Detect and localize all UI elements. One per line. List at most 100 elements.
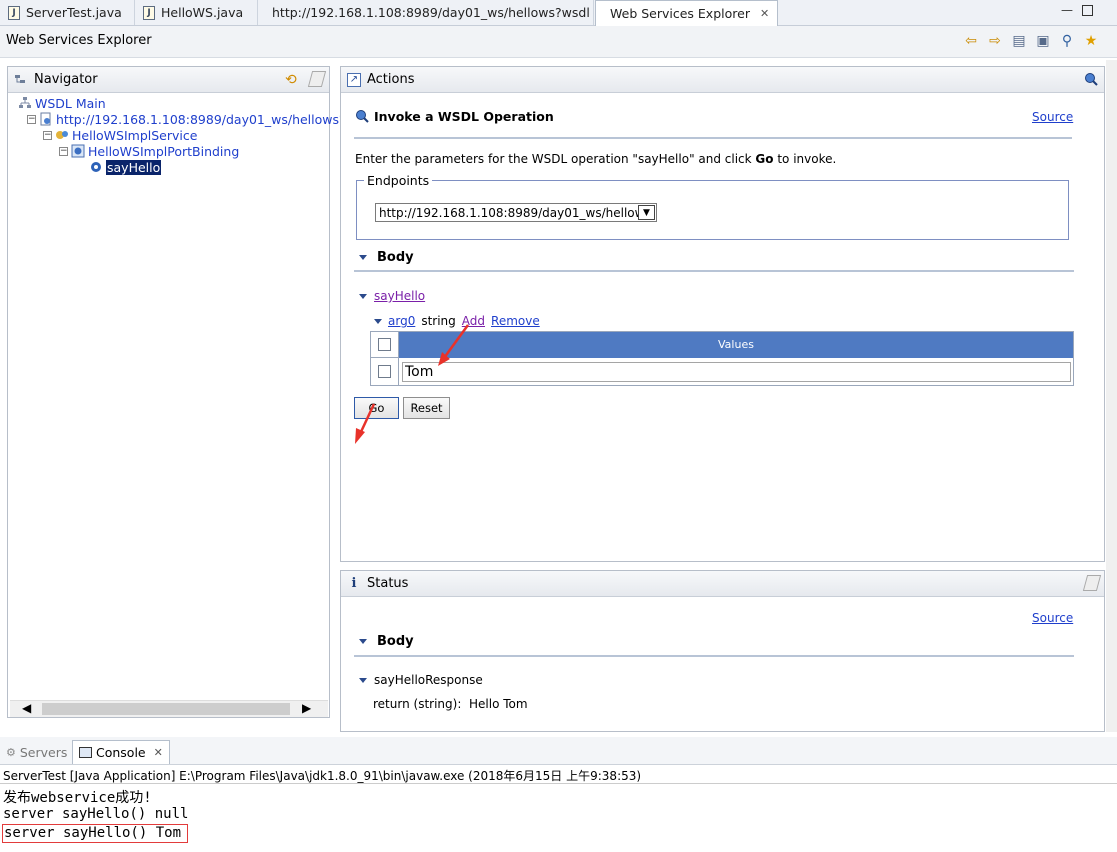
tab-console[interactable]: Console ✕ bbox=[72, 740, 170, 764]
status-body-label: Body bbox=[377, 634, 414, 649]
collapse-icon[interactable]: − bbox=[59, 146, 68, 156]
tree-node-wsdl-url[interactable]: − http://192.168.1.108:8989/day01_ws/hel… bbox=[27, 111, 374, 127]
uddi-page-icon[interactable]: ▤ bbox=[1011, 33, 1027, 49]
reset-button[interactable]: Reset bbox=[403, 397, 450, 419]
tab-label: http://192.168.1.108:8989/day01_ws/hello… bbox=[272, 5, 590, 20]
row-checkbox-cell bbox=[371, 358, 399, 386]
window-title: Web Services Explorer bbox=[6, 33, 152, 48]
tree-label-selected: sayHello bbox=[106, 159, 162, 175]
binding-icon bbox=[71, 144, 85, 158]
clear-icon[interactable] bbox=[307, 71, 327, 87]
navigator-title: Navigator bbox=[34, 72, 98, 87]
invoke-heading: Invoke a WSDL Operation bbox=[355, 109, 554, 124]
scrollbar-thumb[interactable] bbox=[42, 703, 290, 715]
values-column-header: Values bbox=[399, 332, 1073, 358]
navigator-icon bbox=[15, 74, 25, 83]
java-file-icon: J bbox=[143, 5, 155, 20]
servers-icon: ⚙ bbox=[6, 745, 16, 759]
actions-title: Actions bbox=[367, 72, 415, 87]
row-checkbox[interactable] bbox=[378, 365, 391, 378]
actions-icon: ↗ bbox=[347, 72, 361, 87]
divider bbox=[354, 270, 1074, 272]
console-tab-bar: ⚙ Servers Console ✕ bbox=[0, 737, 1117, 765]
navigator-header: Navigator ⟲ bbox=[8, 67, 329, 93]
console-line: server sayHello() null bbox=[3, 806, 189, 822]
chevron-down-icon[interactable]: ▼ bbox=[638, 205, 655, 220]
chevron-down-icon bbox=[359, 255, 367, 260]
scroll-right-icon[interactable]: ▶ bbox=[302, 701, 311, 715]
wsdl-main-icon bbox=[19, 97, 31, 108]
tree-node-port-binding[interactable]: − HelloWSImplPortBinding bbox=[59, 143, 239, 159]
wsil-page-icon[interactable]: ▣ bbox=[1035, 33, 1051, 49]
gear-icon bbox=[91, 162, 101, 172]
remove-link[interactable]: Remove bbox=[491, 314, 540, 328]
operation-link[interactable]: sayHello bbox=[374, 289, 425, 303]
refresh-icon[interactable]: ⟲ bbox=[285, 72, 297, 88]
tab-servertest-java[interactable]: J ServerTest.java bbox=[0, 0, 135, 25]
select-all-checkbox[interactable] bbox=[378, 338, 391, 351]
tab-servers[interactable]: ⚙ Servers bbox=[0, 740, 73, 764]
forward-arrow-icon[interactable]: ⇨ bbox=[987, 33, 1003, 49]
tree-label: HelloWSImplService bbox=[72, 127, 198, 143]
operation-row: sayHello bbox=[359, 289, 425, 303]
navigator-horizontal-scrollbar[interactable]: ◀ ▶ bbox=[10, 700, 328, 717]
instruction-go: Go bbox=[755, 152, 774, 166]
tab-web-services-explorer[interactable]: Web Services Explorer ✕ bbox=[595, 0, 778, 26]
value-input[interactable] bbox=[402, 362, 1071, 382]
back-arrow-icon[interactable]: ⇦ bbox=[963, 33, 979, 49]
explorer-title-strip: Web Services Explorer ⇦ ⇨ ▤ ▣ ⚲ ★ bbox=[0, 26, 1117, 58]
annotation-arrow-add bbox=[438, 324, 470, 366]
body-section-header[interactable]: Body bbox=[359, 250, 414, 265]
source-link[interactable]: Source bbox=[1032, 110, 1073, 124]
response-label: sayHelloResponse bbox=[374, 673, 483, 687]
favorites-star-icon[interactable]: ★ bbox=[1083, 33, 1099, 49]
chevron-down-icon bbox=[359, 639, 367, 644]
body-label: Body bbox=[377, 250, 414, 265]
status-source-link[interactable]: Source bbox=[1032, 611, 1073, 625]
instruction-suffix: to invoke. bbox=[773, 152, 837, 166]
divider bbox=[354, 137, 1072, 139]
return-value: return (string): Hello Tom bbox=[373, 697, 528, 711]
divider bbox=[354, 655, 1074, 657]
divider bbox=[0, 783, 1117, 784]
wsdl-page-icon[interactable]: ⚲ bbox=[1059, 33, 1075, 49]
status-body-header[interactable]: Body bbox=[359, 634, 414, 649]
console-icon bbox=[79, 747, 92, 758]
close-icon[interactable]: ✕ bbox=[760, 7, 769, 20]
chevron-down-icon[interactable] bbox=[374, 318, 382, 324]
vertical-scrollbar[interactable] bbox=[1106, 60, 1117, 732]
endpoint-value: http://192.168.1.108:8989/day01_ws/hello… bbox=[379, 205, 638, 220]
close-icon[interactable]: ✕ bbox=[154, 746, 163, 759]
service-icon bbox=[56, 131, 68, 139]
param-name-link[interactable]: arg0 bbox=[388, 314, 415, 328]
editor-tab-bar: J ServerTest.java J HelloWS.java http://… bbox=[0, 0, 1117, 26]
console-line: 发布webservice成功! bbox=[3, 790, 152, 806]
maximize-icon[interactable] bbox=[1082, 5, 1093, 16]
wsdl-document-icon bbox=[40, 112, 51, 126]
endpoint-select[interactable]: http://192.168.1.108:8989/day01_ws/hello… bbox=[375, 203, 657, 222]
tree-node-service[interactable]: − HelloWSImplService bbox=[43, 127, 197, 143]
tab-label: Web Services Explorer bbox=[610, 6, 750, 21]
tree-label: http://192.168.1.108:8989/day01_ws/hello… bbox=[56, 111, 374, 127]
clear-status-icon[interactable] bbox=[1082, 575, 1102, 591]
actions-header: ↗ Actions bbox=[341, 67, 1104, 93]
response-row: sayHelloResponse bbox=[359, 673, 483, 687]
console-line-highlighted: server sayHello() Tom bbox=[2, 824, 189, 843]
wsdl-operation-icon bbox=[356, 110, 369, 123]
tree-node-wsdl-main[interactable]: WSDL Main bbox=[18, 95, 106, 111]
scroll-left-icon[interactable]: ◀ bbox=[22, 701, 31, 715]
tree-label: WSDL Main bbox=[35, 95, 106, 111]
collapse-icon[interactable]: − bbox=[43, 130, 52, 140]
minimize-icon[interactable]: — bbox=[1060, 4, 1074, 18]
chevron-down-icon[interactable] bbox=[359, 293, 367, 299]
tab-hellows-java[interactable]: J HelloWS.java bbox=[135, 0, 258, 25]
chevron-down-icon[interactable] bbox=[359, 677, 367, 683]
tree-node-operation[interactable]: sayHello bbox=[89, 159, 162, 175]
annotation-arrow-go bbox=[355, 403, 376, 444]
tab-label: Console bbox=[96, 745, 146, 760]
page-title: Invoke a WSDL Operation bbox=[374, 109, 554, 124]
maximize-panel-icon[interactable] bbox=[1084, 72, 1098, 86]
tab-wsdl-url[interactable]: http://192.168.1.108:8989/day01_ws/hello… bbox=[258, 0, 594, 25]
collapse-icon[interactable]: − bbox=[27, 114, 36, 124]
info-icon: i bbox=[351, 576, 357, 591]
